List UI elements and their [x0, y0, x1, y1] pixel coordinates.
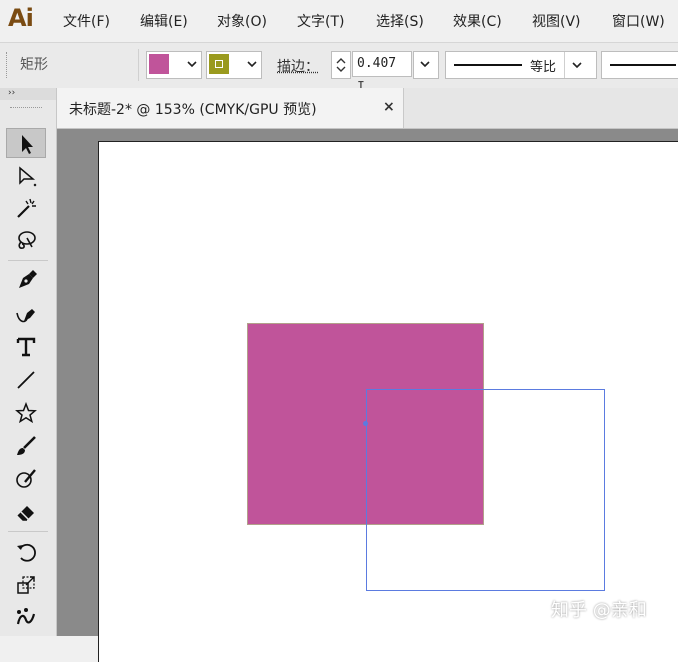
shaper-tool[interactable]: [6, 464, 46, 494]
profile-label: 等比: [530, 60, 557, 75]
selection-tool[interactable]: [6, 128, 46, 158]
menu-view[interactable]: 视图(V): [532, 11, 581, 31]
menu-type[interactable]: 文字(T): [297, 11, 344, 31]
separator: [138, 49, 139, 81]
menu-bar: Ai 文件(F) 编辑(E) 对象(O) 文字(T) 选择(S) 效果(C) 视…: [0, 0, 678, 42]
brush-definition-dropdown[interactable]: [601, 51, 678, 79]
stroke-color-button[interactable]: [206, 51, 262, 79]
magic-wand-icon: [17, 198, 36, 218]
app-logo: Ai: [8, 4, 34, 32]
stroke-weight-value: 0.407: [357, 56, 397, 71]
brush-preview-line: [610, 64, 676, 66]
lasso-tool[interactable]: [6, 225, 46, 255]
puppet-warp-tool[interactable]: [6, 602, 46, 632]
chevron-down-icon: [187, 61, 197, 68]
watermark: 知乎 @亲和: [551, 600, 647, 621]
profile-preview-line: [454, 64, 522, 66]
document-tab[interactable]: 未标题-2* @ 153% (CMYK/GPU 预览) ×: [57, 88, 404, 128]
chevron-down-icon: [572, 62, 582, 69]
rotate-tool[interactable]: [6, 537, 46, 567]
control-bar-grip[interactable]: [6, 52, 9, 78]
fill-color-button[interactable]: [146, 51, 202, 79]
curvature-pen-icon: [16, 309, 35, 323]
stroke-weight-input[interactable]: 0.407 I: [352, 51, 412, 95]
puppet-warp-icon: [16, 608, 36, 625]
direct-selection-arrow-icon: [19, 166, 37, 187]
paintbrush-tool[interactable]: [6, 431, 46, 461]
menu-file[interactable]: 文件(F): [63, 11, 110, 31]
menu-object[interactable]: 对象(O): [217, 11, 267, 31]
control-bar: 矩形 描边： 0.407 I 等比: [0, 42, 678, 95]
chevron-down-icon: [420, 61, 430, 68]
scale-tool[interactable]: [6, 570, 46, 600]
paintbrush-icon: [17, 436, 36, 455]
document-tab-title: 未标题-2* @ 153% (CMYK/GPU 预览): [69, 102, 317, 118]
variable-width-profile-dropdown[interactable]: 等比: [445, 51, 597, 79]
pen-nib-icon: [19, 270, 37, 288]
toolbar-divider: [8, 260, 48, 261]
tools-panel: ››: [0, 88, 57, 636]
selection-arrow-icon: [22, 135, 33, 154]
stroke-weight-dropdown[interactable]: [413, 51, 439, 79]
lasso-icon: [18, 231, 36, 249]
tools-panel-header[interactable]: ››: [0, 88, 56, 100]
menu-effect[interactable]: 效果(C): [453, 11, 502, 31]
stepper-arrows-icon: [336, 58, 346, 72]
separator: [564, 52, 565, 78]
rotate-arrow-icon: [17, 543, 36, 562]
tools-panel-grip[interactable]: [10, 107, 42, 110]
stroke-weight-stepper[interactable]: [331, 51, 351, 79]
type-tool[interactable]: [6, 332, 46, 362]
eraser-tool[interactable]: [6, 497, 46, 527]
pen-tool[interactable]: [6, 266, 46, 296]
collapse-panel-icon[interactable]: ››: [8, 88, 15, 98]
stroke-swatch: [209, 54, 229, 74]
type-t-icon: [16, 337, 36, 357]
eraser-icon: [17, 506, 34, 521]
menu-edit[interactable]: 编辑(E): [140, 11, 188, 31]
chevron-down-icon: [247, 61, 257, 68]
fill-swatch: [149, 54, 169, 74]
stroke-weight-label[interactable]: 描边：: [277, 56, 319, 76]
shaper-icon: [16, 469, 36, 488]
line-segment-icon: [17, 371, 35, 389]
document-tab-strip: 未标题-2* @ 153% (CMYK/GPU 预览) ×: [57, 88, 678, 129]
scale-icon: [17, 576, 35, 594]
magic-wand-tool[interactable]: [6, 193, 46, 223]
star-icon: [15, 402, 37, 424]
selection-type-label: 矩形: [20, 57, 48, 73]
center-point-marker: [363, 421, 368, 426]
toolbar-divider: [8, 531, 48, 532]
menu-select[interactable]: 选择(S): [376, 11, 424, 31]
close-icon[interactable]: ×: [383, 99, 395, 115]
star-tool[interactable]: [6, 398, 46, 428]
menu-window[interactable]: 窗口(W): [612, 11, 665, 31]
rectangle-outline-preview[interactable]: [366, 389, 605, 591]
line-segment-tool[interactable]: [6, 365, 46, 395]
curvature-tool[interactable]: [6, 299, 46, 329]
direct-selection-tool[interactable]: [6, 161, 46, 191]
